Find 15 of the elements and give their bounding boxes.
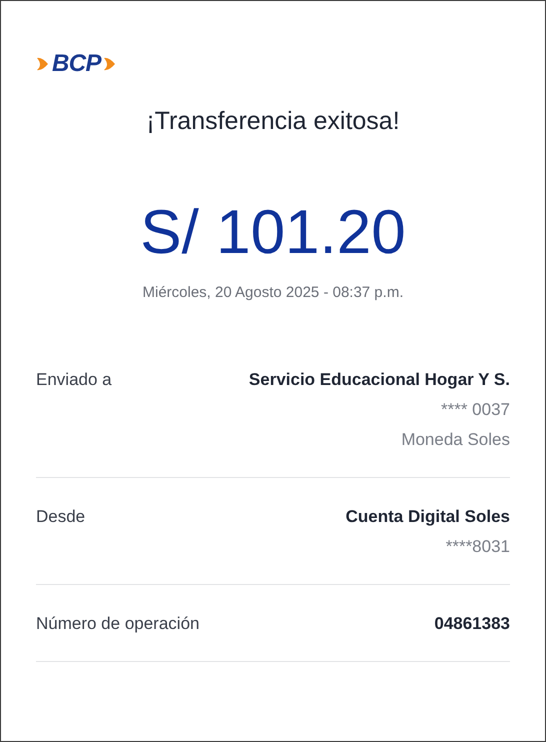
detail-value: ****8031 (446, 536, 510, 558)
date-time: Miércoles, 20 Agosto 2025 - 08:37 p.m. (142, 283, 404, 303)
success-title: ¡Transferencia exitosa! (145, 106, 401, 137)
chevron-icon (36, 56, 50, 72)
detail-value: Servicio Educacional Hogar Y S. (248, 369, 510, 391)
detail-value: 04861383 (434, 613, 510, 635)
detail-label: Desde (36, 506, 86, 528)
detail-value: Cuenta Digital Soles (346, 506, 510, 528)
chevron-icon (102, 56, 117, 72)
logo-text: BCP (52, 52, 101, 76)
detail-label: Número de operación (36, 613, 200, 635)
detail-value: **** 0037 (440, 399, 510, 421)
detail-value: Moneda Soles (401, 429, 510, 451)
detail-label: Enviado a (36, 369, 112, 391)
amount: S/ 101.20 (139, 197, 407, 269)
